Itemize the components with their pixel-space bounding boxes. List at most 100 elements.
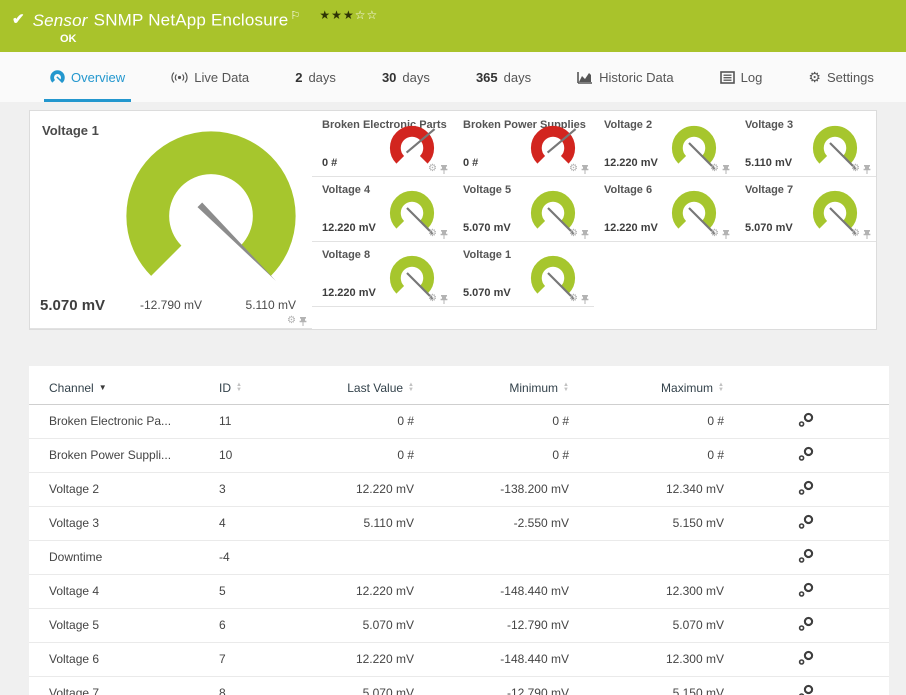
log-icon — [719, 70, 735, 84]
pin-icon[interactable] — [299, 316, 307, 326]
tab-days[interactable]: 2 days — [289, 52, 342, 102]
table-row[interactable]: Voltage 2 3 12.220 mV -138.200 mV 12.340 mV — [29, 472, 889, 507]
sort-both-icon[interactable]: ▲ ▼ — [408, 382, 414, 393]
channel-gauge-tile[interactable]: Broken Power Supplies 0 # ⚙ — [453, 112, 594, 177]
pin-icon[interactable] — [581, 294, 589, 304]
table-row[interactable]: Broken Power Suppli... 10 0 #0 #0 # — [29, 438, 889, 473]
table-row[interactable]: Voltage 5 6 5.070 mV -12.790 mV 5.070 mV — [29, 608, 889, 643]
channel-settings-icon[interactable] — [797, 514, 816, 530]
pin-icon[interactable] — [863, 229, 871, 239]
channel-settings-icon[interactable] — [797, 412, 816, 428]
channel-gauge-tile[interactable]: Voltage 2 12.220 mV ⚙ — [594, 112, 735, 177]
cell-min: -148.440 mV — [414, 642, 569, 677]
channel-settings-icon[interactable] — [797, 480, 816, 496]
channel-settings-icon[interactable] — [797, 616, 816, 632]
tab-number: 30 — [381, 69, 397, 85]
column-header-id[interactable]: ID ▲ ▼ — [219, 372, 309, 405]
gear-icon[interactable]: ⚙ — [428, 164, 437, 174]
tab-days[interactable]: 365 days — [470, 52, 537, 102]
cell-min: -2.550 mV — [414, 506, 569, 541]
cell-last: 12.220 mV — [309, 642, 414, 677]
channel-gauge-tile[interactable]: Voltage 5 5.070 mV ⚙ — [453, 177, 594, 242]
pin-icon[interactable] — [581, 229, 589, 239]
pin-icon[interactable] — [440, 164, 448, 174]
gear-icon[interactable]: ⚙ — [569, 229, 578, 239]
tab-label: Overview — [71, 69, 126, 85]
channel-gauge-tile[interactable]: Broken Electronic Parts 0 # ⚙ — [312, 112, 453, 177]
sort-both-icon[interactable]: ▲ ▼ — [236, 382, 242, 393]
column-header-last[interactable]: Last Value ▲ ▼ — [309, 372, 414, 405]
cell-id: 7 — [219, 642, 309, 677]
tab-live-data[interactable]: Live Data — [165, 52, 255, 102]
channel-settings-icon[interactable] — [797, 650, 816, 666]
cell-edit — [724, 574, 889, 609]
gear-icon[interactable]: ⚙ — [569, 294, 578, 304]
column-header-max[interactable]: Maximum ▲ ▼ — [569, 372, 724, 405]
pin-icon[interactable] — [863, 164, 871, 174]
channel-gauge-title: Voltage 8 — [322, 249, 371, 261]
table-body: Broken Electronic Pa... 11 0 #0 #0 # Broke… — [29, 404, 889, 695]
cell-max — [569, 540, 724, 575]
tab-settings[interactable]: ⚙ Settings — [802, 52, 880, 102]
sort-both-icon[interactable]: ▲ ▼ — [718, 382, 724, 393]
gear-icon[interactable]: ⚙ — [851, 229, 860, 239]
table-row[interactable]: Broken Electronic Pa... 11 0 #0 #0 # — [29, 404, 889, 439]
sensor-status-banner: ✔ Sensor SNMP NetApp Enclosure ⚐ ★★★☆☆ OK — [0, 0, 906, 52]
cell-channel: Voltage 4 — [29, 574, 219, 609]
pin-icon[interactable] — [722, 164, 730, 174]
table-row[interactable]: Voltage 4 5 12.220 mV -148.440 mV 12.300 mV — [29, 574, 889, 609]
tab-overview[interactable]: Overview — [44, 52, 132, 102]
channel-gauge-tile[interactable]: Voltage 7 5.070 mV ⚙ — [735, 177, 876, 242]
tab-label: Live Data — [194, 69, 250, 85]
table-row[interactable]: Downtime -4 — [29, 540, 889, 575]
cell-channel: Broken Power Suppli... — [29, 438, 219, 473]
pin-icon[interactable] — [722, 229, 730, 239]
gauge-icon — [50, 69, 65, 85]
cell-max: 5.150 mV — [569, 506, 724, 541]
table-row[interactable]: Voltage 3 4 5.110 mV -2.550 mV 5.150 mV — [29, 506, 889, 541]
channel-gauge-value: 5.070 mV — [463, 222, 511, 234]
sort-both-icon[interactable]: ▲ ▼ — [563, 382, 569, 393]
table-row[interactable]: Voltage 6 7 12.220 mV -148.440 mV 12.300 mV — [29, 642, 889, 677]
tab-log[interactable]: Log — [714, 52, 769, 102]
channel-gauge-tile[interactable]: Voltage 6 12.220 mV ⚙ — [594, 177, 735, 242]
tab-historic-data[interactable]: Historic Data — [571, 52, 679, 102]
channel-gauge-tile[interactable]: Voltage 3 5.110 mV ⚙ — [735, 112, 876, 177]
cell-last: 5.070 mV — [309, 608, 414, 643]
main-gauge-tile[interactable]: Voltage 1 5.070 mV -12.790 mV 5.110 mV ⚙ — [30, 111, 312, 329]
channel-gauge-tile[interactable]: Voltage 4 12.220 mV ⚙ — [312, 177, 453, 242]
cell-last: 0 # — [309, 404, 414, 439]
cell-id: 3 — [219, 472, 309, 507]
cell-channel: Broken Electronic Pa... — [29, 404, 219, 439]
gear-icon[interactable]: ⚙ — [428, 229, 437, 239]
pin-icon[interactable] — [440, 229, 448, 239]
channel-settings-icon[interactable] — [797, 582, 816, 598]
gear-icon[interactable]: ⚙ — [851, 164, 860, 174]
sort-desc-icon[interactable]: ▼ — [99, 383, 107, 392]
flag-icon[interactable]: ⚐ — [290, 10, 300, 22]
gear-icon[interactable]: ⚙ — [710, 229, 719, 239]
cell-edit — [724, 404, 889, 439]
gear-icon[interactable]: ⚙ — [428, 294, 437, 304]
tab-days[interactable]: 30 days — [376, 52, 436, 102]
channel-gauge-title: Voltage 2 — [604, 119, 653, 131]
column-header-channel[interactable]: Channel ▼ — [29, 372, 219, 405]
cell-min: -138.200 mV — [414, 472, 569, 507]
column-header-min[interactable]: Minimum ▲ ▼ — [414, 372, 569, 405]
gear-icon[interactable]: ⚙ — [710, 164, 719, 174]
cell-id: 11 — [219, 404, 309, 439]
channel-settings-icon[interactable] — [797, 548, 816, 564]
cell-edit — [724, 438, 889, 473]
gear-icon[interactable]: ⚙ — [569, 164, 578, 174]
table-row[interactable]: Voltage 7 8 5.070 mV -12.790 mV 5.150 mV — [29, 676, 889, 695]
channel-settings-icon[interactable] — [797, 446, 816, 462]
channel-settings-icon[interactable] — [797, 684, 816, 695]
priority-stars[interactable]: ★★★☆☆ — [319, 8, 378, 22]
pin-icon[interactable] — [581, 164, 589, 174]
channel-gauge-tile[interactable]: Voltage 1 5.070 mV ⚙ — [453, 242, 594, 307]
gear-icon[interactable]: ⚙ — [287, 316, 296, 326]
pin-icon[interactable] — [440, 294, 448, 304]
channel-gauge-tile[interactable]: Voltage 8 12.220 mV ⚙ — [312, 242, 453, 307]
cell-min: -12.790 mV — [414, 608, 569, 643]
cell-min: 0 # — [414, 438, 569, 473]
